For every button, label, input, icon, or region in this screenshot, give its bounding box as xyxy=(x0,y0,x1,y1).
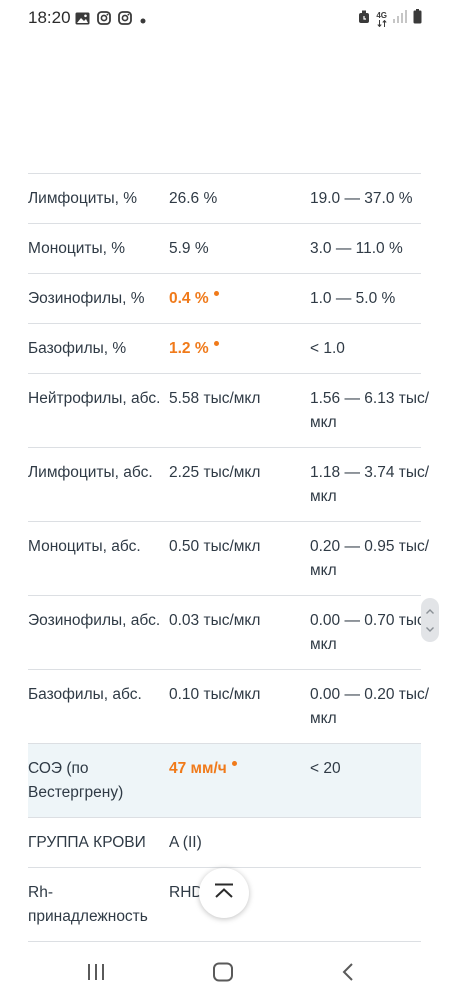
abnormal-value: 0.4 % xyxy=(169,290,209,307)
table-row: Эозинофилы, % 0.4 % 1.0 — 5.0 % xyxy=(28,274,421,324)
fast-scroll-handle[interactable] xyxy=(421,598,439,642)
reference-range: 0.00 — 0.20 тыс/ xyxy=(310,686,430,703)
abnormal-value: 1.2 % xyxy=(169,340,209,357)
back-icon xyxy=(341,962,355,987)
chevron-up-icon xyxy=(425,602,435,620)
status-time: 18:20 xyxy=(28,8,71,27)
alarm-icon xyxy=(358,10,370,29)
reference-range: 1.18 — 3.74 тыс/ xyxy=(310,464,430,481)
reference-range: 0.00 — 0.70 тыс/ xyxy=(310,612,430,629)
table-row: Эозинофилы, абс. 0.03 тыс/мкл 0.00 — 0.7… xyxy=(28,596,429,670)
reference-range: 3.0 — 11.0 % xyxy=(310,240,403,257)
result-value: 0.03 тыс/мкл xyxy=(169,612,261,629)
result-value: 5.58 тыс/мкл xyxy=(169,390,261,407)
table-row: Нейтрофилы, абс. 5.58 тыс/мкл 1.56 — 6.1… xyxy=(28,374,429,448)
abnormal-marker-icon xyxy=(213,341,219,346)
back-button[interactable] xyxy=(333,960,363,988)
result-value: A (II) xyxy=(169,834,202,851)
table-row: Моноциты, абс. 0.50 тыс/мкл 0.20 — 0.95 … xyxy=(28,522,429,596)
home-icon xyxy=(212,962,234,987)
parameter-name: Базофилы, % xyxy=(28,340,127,357)
table-row: ГРУППА КРОВИ A (II) xyxy=(28,818,421,868)
reference-range-unit: мкл xyxy=(310,636,337,653)
parameter-name: Моноциты, % xyxy=(28,240,126,257)
parameter-name: Моноциты, абс. xyxy=(28,538,141,555)
result-value: 0.50 тыс/мкл xyxy=(169,538,261,555)
scroll-to-top-button[interactable] xyxy=(199,868,249,918)
result-value: 0.10 тыс/мкл xyxy=(169,686,261,703)
reference-range: 0.20 — 0.95 тыс/ xyxy=(310,538,430,555)
reference-range: < 20 xyxy=(310,760,341,777)
parameter-name: Эозинофилы, % xyxy=(28,290,145,307)
abnormal-value: 47 мм/ч xyxy=(169,760,227,777)
result-value-abnormal: 0.4 % xyxy=(169,287,304,311)
parameter-name: Нейтрофилы, абс. xyxy=(28,390,161,407)
parameter-name: Лимфоциты, % xyxy=(28,190,138,207)
parameter-name: ГРУППА КРОВИ xyxy=(28,834,146,851)
instagram-icon xyxy=(118,11,132,30)
home-button[interactable] xyxy=(208,960,238,988)
parameter-name: Эозинофилы, абс. xyxy=(28,612,161,629)
network-4g-icon: 4G xyxy=(376,10,387,27)
battery-icon xyxy=(413,9,422,29)
parameter-name-continued: Вестергрену) xyxy=(28,784,124,801)
result-value: 26.6 % xyxy=(169,190,218,207)
parameter-name-continued: принадлежность xyxy=(28,908,148,925)
reference-range: < 1.0 xyxy=(310,340,345,357)
reference-range: 19.0 — 37.0 % xyxy=(310,190,413,207)
network-type-label: 4G xyxy=(376,10,387,20)
chevron-down-icon xyxy=(425,620,435,638)
instagram-icon xyxy=(97,11,111,30)
reference-range-unit: мкл xyxy=(310,562,337,579)
table-row: Лимфоциты, % 26.6 % 19.0 — 37.0 % xyxy=(28,174,421,224)
parameter-name: Базофилы, абс. xyxy=(28,686,142,703)
navigation-bar xyxy=(0,948,450,1000)
recent-apps-icon xyxy=(86,963,106,986)
table-row-highlighted: СОЭ (по Вестергрену) 47 мм/ч < 20 xyxy=(28,744,421,818)
result-value: 5.9 % xyxy=(169,240,209,257)
chevron-up-icon xyxy=(212,883,236,904)
result-value-abnormal: 47 мм/ч xyxy=(169,757,304,781)
parameter-name: Rh- xyxy=(28,884,53,901)
reference-range: 1.56 — 6.13 тыс/ xyxy=(310,390,430,407)
results-table: Лимфоциты, % 26.6 % 19.0 — 37.0 % Моноци… xyxy=(28,173,429,942)
result-value: 2.25 тыс/мкл xyxy=(169,464,261,481)
table-row: Моноциты, % 5.9 % 3.0 — 11.0 % xyxy=(28,224,421,274)
reference-range-unit: мкл xyxy=(310,488,337,505)
status-bar: 18:20 4G xyxy=(0,0,450,36)
table-row: Базофилы, абс. 0.10 тыс/мкл 0.00 — 0.20 … xyxy=(28,670,429,744)
reference-range: 1.0 — 5.0 % xyxy=(310,290,396,307)
abnormal-marker-icon xyxy=(213,291,219,296)
table-row: Лимфоциты, абс. 2.25 тыс/мкл 1.18 — 3.74… xyxy=(28,448,429,522)
dot-icon xyxy=(139,12,147,30)
signal-icon xyxy=(393,10,407,28)
table-row: Базофилы, % 1.2 % < 1.0 xyxy=(28,324,421,374)
abnormal-marker-icon xyxy=(231,761,237,766)
reference-range-unit: мкл xyxy=(310,414,337,431)
reference-range-unit: мкл xyxy=(310,710,337,727)
recent-apps-button[interactable] xyxy=(81,960,111,988)
image-icon xyxy=(75,12,90,30)
result-value-abnormal: 1.2 % xyxy=(169,337,304,361)
parameter-name: Лимфоциты, абс. xyxy=(28,464,153,481)
parameter-name: СОЭ (по xyxy=(28,760,89,777)
